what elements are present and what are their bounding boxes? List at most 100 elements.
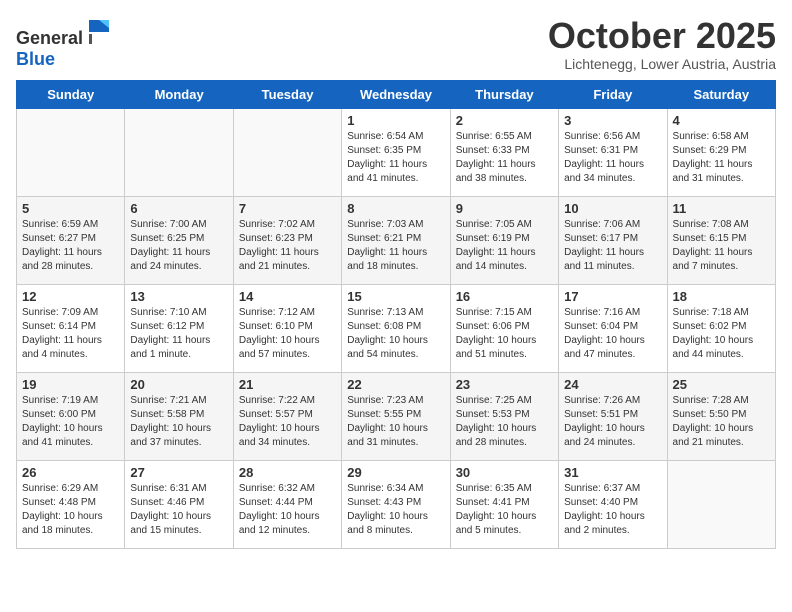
cell-content: Sunrise: 6:32 AM Sunset: 4:44 PM Dayligh… <box>239 482 336 538</box>
calendar-cell: 9 Sunrise: 7:05 AM Sunset: 6:19 PM Daylig… <box>450 196 558 284</box>
calendar-cell: 30 Sunrise: 6:35 AM Sunset: 4:41 PM Dayli… <box>450 460 558 548</box>
cell-content: Sunrise: 7:12 AM Sunset: 6:10 PM Dayligh… <box>239 306 336 362</box>
calendar-cell: 19 Sunrise: 7:19 AM Sunset: 6:00 PM Dayli… <box>17 372 125 460</box>
calendar-cell: 21Sunrise: 7:22 AM Sunset: 5:57 PM Dayli… <box>233 372 341 460</box>
calendar-cell: 6 Sunrise: 7:00 AM Sunset: 6:25 PM Daylig… <box>125 196 233 284</box>
cell-content: Sunrise: 6:37 AM Sunset: 4:40 PM Dayligh… <box>564 482 661 538</box>
cell-content: Sunrise: 6:35 AM Sunset: 4:41 PM Dayligh… <box>456 482 553 538</box>
cell-content: Sunrise: 6:58 AM Sunset: 6:29 PM Dayligh… <box>673 130 770 186</box>
calendar-cell: 7Sunrise: 7:02 AM Sunset: 6:23 PM Daylig… <box>233 196 341 284</box>
cell-content: Sunrise: 6:55 AM Sunset: 6:33 PM Dayligh… <box>456 130 553 186</box>
day-number: 24 <box>564 377 661 392</box>
cell-content: Sunrise: 7:22 AM Sunset: 5:57 PM Dayligh… <box>239 394 336 450</box>
calendar-cell: 1 Sunrise: 6:54 AM Sunset: 6:35 PM Daylig… <box>342 108 450 196</box>
cell-content: Sunrise: 7:10 AM Sunset: 6:12 PM Dayligh… <box>130 306 227 362</box>
day-of-week-header: Thursday <box>450 80 558 108</box>
calendar-cell: 4 Sunrise: 6:58 AM Sunset: 6:29 PM Daylig… <box>667 108 775 196</box>
cell-content: Sunrise: 7:00 AM Sunset: 6:25 PM Dayligh… <box>130 218 227 274</box>
calendar-cell: 24 Sunrise: 7:26 AM Sunset: 5:51 PM Dayli… <box>559 372 667 460</box>
day-number: 7 <box>239 201 336 216</box>
day-number: 23 <box>456 377 553 392</box>
cell-content: Sunrise: 7:28 AM Sunset: 5:50 PM Dayligh… <box>673 394 770 450</box>
day-of-week-header: Sunday <box>17 80 125 108</box>
calendar-header: SundayMondayTuesdayWednesdayThursdayFrid… <box>17 80 776 108</box>
day-number: 30 <box>456 465 553 480</box>
calendar-cell: 3 Sunrise: 6:56 AM Sunset: 6:31 PM Daylig… <box>559 108 667 196</box>
day-number: 4 <box>673 113 770 128</box>
calendar-cell: 13Sunrise: 7:10 AM Sunset: 6:12 PM Dayli… <box>125 284 233 372</box>
calendar-cell: 2 Sunrise: 6:55 AM Sunset: 6:33 PM Daylig… <box>450 108 558 196</box>
day-number: 12 <box>22 289 119 304</box>
day-number: 25 <box>673 377 770 392</box>
day-number: 16 <box>456 289 553 304</box>
day-number: 28 <box>239 465 336 480</box>
cell-content: Sunrise: 7:03 AM Sunset: 6:21 PM Dayligh… <box>347 218 444 274</box>
days-of-week-row: SundayMondayTuesdayWednesdayThursdayFrid… <box>17 80 776 108</box>
calendar-cell: 31 Sunrise: 6:37 AM Sunset: 4:40 PM Dayli… <box>559 460 667 548</box>
cell-content: Sunrise: 7:26 AM Sunset: 5:51 PM Dayligh… <box>564 394 661 450</box>
month-year-title: October 2025 <box>548 16 776 56</box>
day-number: 27 <box>130 465 227 480</box>
day-number: 2 <box>456 113 553 128</box>
calendar-week-row: 12Sunrise: 7:09 AM Sunset: 6:14 PM Dayli… <box>17 284 776 372</box>
cell-content: Sunrise: 6:34 AM Sunset: 4:43 PM Dayligh… <box>347 482 444 538</box>
day-of-week-header: Saturday <box>667 80 775 108</box>
calendar-cell: 14 Sunrise: 7:12 AM Sunset: 6:10 PM Dayli… <box>233 284 341 372</box>
cell-content: Sunrise: 7:08 AM Sunset: 6:15 PM Dayligh… <box>673 218 770 274</box>
calendar-body: 1 Sunrise: 6:54 AM Sunset: 6:35 PM Daylig… <box>17 108 776 548</box>
calendar-cell: 11Sunrise: 7:08 AM Sunset: 6:15 PM Dayli… <box>667 196 775 284</box>
calendar-cell: 15Sunrise: 7:13 AM Sunset: 6:08 PM Dayli… <box>342 284 450 372</box>
calendar-week-row: 19 Sunrise: 7:19 AM Sunset: 6:00 PM Dayli… <box>17 372 776 460</box>
cell-content: Sunrise: 7:23 AM Sunset: 5:55 PM Dayligh… <box>347 394 444 450</box>
day-number: 1 <box>347 113 444 128</box>
day-number: 26 <box>22 465 119 480</box>
logo: General Blue <box>16 16 113 70</box>
calendar-cell: 22 Sunrise: 7:23 AM Sunset: 5:55 PM Dayli… <box>342 372 450 460</box>
calendar-cell <box>233 108 341 196</box>
calendar-cell <box>667 460 775 548</box>
cell-content: Sunrise: 7:19 AM Sunset: 6:00 PM Dayligh… <box>22 394 119 450</box>
calendar-cell <box>125 108 233 196</box>
cell-content: Sunrise: 7:06 AM Sunset: 6:17 PM Dayligh… <box>564 218 661 274</box>
day-of-week-header: Wednesday <box>342 80 450 108</box>
calendar-week-row: 1 Sunrise: 6:54 AM Sunset: 6:35 PM Daylig… <box>17 108 776 196</box>
day-number: 6 <box>130 201 227 216</box>
calendar-cell: 29 Sunrise: 6:34 AM Sunset: 4:43 PM Dayli… <box>342 460 450 548</box>
calendar-week-row: 5 Sunrise: 6:59 AM Sunset: 6:27 PM Daylig… <box>17 196 776 284</box>
day-number: 9 <box>456 201 553 216</box>
cell-content: Sunrise: 6:59 AM Sunset: 6:27 PM Dayligh… <box>22 218 119 274</box>
calendar-cell: 20Sunrise: 7:21 AM Sunset: 5:58 PM Dayli… <box>125 372 233 460</box>
cell-content: Sunrise: 7:15 AM Sunset: 6:06 PM Dayligh… <box>456 306 553 362</box>
day-number: 31 <box>564 465 661 480</box>
calendar-week-row: 26 Sunrise: 6:29 AM Sunset: 4:48 PM Dayli… <box>17 460 776 548</box>
calendar-cell: 16 Sunrise: 7:15 AM Sunset: 6:06 PM Dayli… <box>450 284 558 372</box>
day-number: 17 <box>564 289 661 304</box>
calendar-cell: 10 Sunrise: 7:06 AM Sunset: 6:17 PM Dayli… <box>559 196 667 284</box>
logo-blue: Blue <box>16 49 55 69</box>
day-number: 29 <box>347 465 444 480</box>
logo-flag-icon <box>85 16 113 44</box>
day-number: 14 <box>239 289 336 304</box>
day-number: 5 <box>22 201 119 216</box>
page-header: General Blue October 2025 Lichtenegg, Lo… <box>16 16 776 72</box>
day-number: 8 <box>347 201 444 216</box>
day-number: 19 <box>22 377 119 392</box>
calendar-cell: 25 Sunrise: 7:28 AM Sunset: 5:50 PM Dayli… <box>667 372 775 460</box>
calendar-cell: 18 Sunrise: 7:18 AM Sunset: 6:02 PM Dayli… <box>667 284 775 372</box>
day-of-week-header: Friday <box>559 80 667 108</box>
cell-content: Sunrise: 6:31 AM Sunset: 4:46 PM Dayligh… <box>130 482 227 538</box>
day-number: 15 <box>347 289 444 304</box>
cell-content: Sunrise: 6:56 AM Sunset: 6:31 PM Dayligh… <box>564 130 661 186</box>
day-number: 10 <box>564 201 661 216</box>
calendar-cell: 23Sunrise: 7:25 AM Sunset: 5:53 PM Dayli… <box>450 372 558 460</box>
cell-content: Sunrise: 7:05 AM Sunset: 6:19 PM Dayligh… <box>456 218 553 274</box>
logo-general: General <box>16 28 83 48</box>
day-number: 18 <box>673 289 770 304</box>
day-number: 22 <box>347 377 444 392</box>
calendar-cell <box>17 108 125 196</box>
day-number: 3 <box>564 113 661 128</box>
cell-content: Sunrise: 6:54 AM Sunset: 6:35 PM Dayligh… <box>347 130 444 186</box>
location-subtitle: Lichtenegg, Lower Austria, Austria <box>548 56 776 72</box>
cell-content: Sunrise: 6:29 AM Sunset: 4:48 PM Dayligh… <box>22 482 119 538</box>
cell-content: Sunrise: 7:18 AM Sunset: 6:02 PM Dayligh… <box>673 306 770 362</box>
